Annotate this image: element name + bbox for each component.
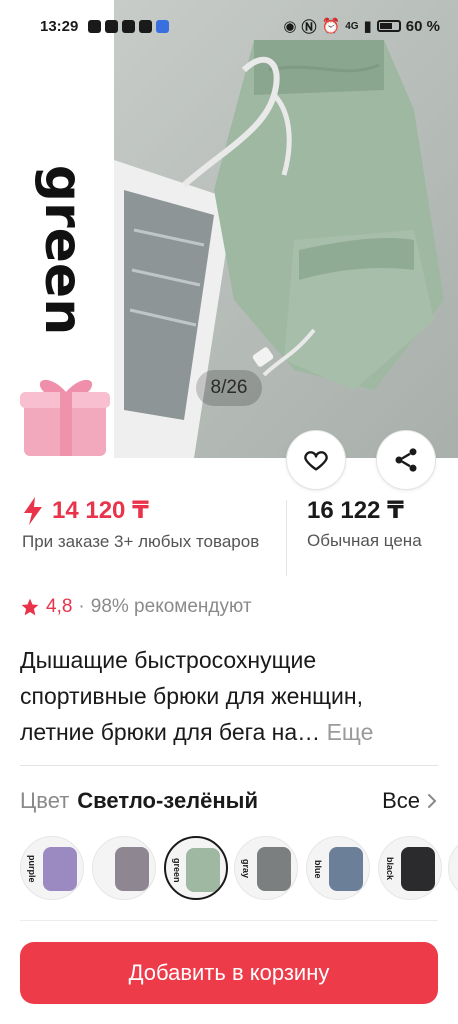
promo-price-note: При заказе 3+ любых товаров bbox=[22, 532, 260, 551]
recommend-percent: 98% рекомендуют bbox=[90, 596, 252, 617]
promo-price-block: 14 120 ₸ При заказе 3+ любых товаров bbox=[22, 496, 284, 553]
color-label: Цвет bbox=[20, 788, 70, 813]
rating-separator: · bbox=[78, 596, 85, 617]
add-to-cart-button[interactable]: Добавить в корзину bbox=[20, 942, 438, 1004]
favorite-button[interactable] bbox=[286, 430, 346, 490]
swatch-black[interactable]: black bbox=[378, 836, 442, 900]
rating-row[interactable]: 4,8 · 98% рекомендуют bbox=[20, 596, 252, 618]
swatch-tag: blue bbox=[313, 859, 323, 879]
swatch-tag: green bbox=[172, 857, 182, 883]
swatch-mauve[interactable] bbox=[92, 836, 156, 900]
more-link[interactable]: Еще bbox=[327, 719, 374, 745]
product-title[interactable]: Дышащие быстросохнущие спортивные брюки … bbox=[20, 642, 440, 750]
swatch-tag bbox=[97, 845, 111, 893]
regular-price-block: 16 122 ₸ Обычная цена bbox=[307, 496, 422, 551]
promo-price-value: 14 120 ₸ bbox=[52, 497, 149, 524]
color-swatch-list[interactable]: purple green gray blue black bbox=[0, 832, 458, 904]
battery-label: 60 % bbox=[405, 17, 440, 35]
price-divider bbox=[286, 500, 287, 576]
alarm-icon: ⏰ bbox=[321, 18, 341, 35]
signal-label: 4G bbox=[345, 20, 359, 32]
notification-icons bbox=[88, 19, 170, 33]
share-icon bbox=[395, 448, 417, 472]
status-right: ◉ Ⓝ ⏰ 4G ▮ 60 % bbox=[283, 16, 440, 37]
promo-price: 14 120 ₸ bbox=[22, 496, 284, 525]
swatch-tag: black bbox=[385, 857, 395, 881]
regular-price-value: 16 122 ₸ bbox=[307, 497, 404, 524]
swatch-green[interactable]: green bbox=[164, 836, 228, 900]
product-photo[interactable] bbox=[114, 0, 458, 458]
all-colors-label: Все bbox=[382, 788, 420, 813]
regular-price-note: Обычная цена bbox=[307, 531, 422, 550]
swatch-purple[interactable]: purple bbox=[20, 836, 84, 900]
swatch-gray[interactable]: gray bbox=[234, 836, 298, 900]
wordmark-text: green bbox=[33, 165, 93, 335]
selected-color: Светло-зелёный bbox=[77, 788, 258, 813]
signal-icon: ▮ bbox=[363, 18, 372, 35]
gallery-counter: 8/26 bbox=[196, 370, 262, 406]
gift-box-icon bbox=[20, 379, 110, 456]
product-gallery[interactable]: 13:29 ◉ Ⓝ ⏰ 4G ▮ 60 % green 8/26 bbox=[0, 0, 458, 458]
color-selector-header[interactable]: Цвет Светло-зелёный Все bbox=[20, 786, 438, 816]
eye-icon: ◉ bbox=[283, 18, 297, 35]
swatch-cloth bbox=[43, 847, 77, 891]
swatch-cloth bbox=[115, 847, 149, 891]
all-colors-link[interactable]: Все bbox=[382, 788, 438, 814]
price-section: 14 120 ₸ При заказе 3+ любых товаров 16 … bbox=[0, 496, 458, 580]
swatch-cloth bbox=[329, 847, 363, 891]
swatch-cloth bbox=[257, 847, 291, 891]
section-divider bbox=[20, 765, 438, 766]
swatch-cloth bbox=[401, 847, 435, 891]
heart-icon bbox=[304, 451, 328, 471]
swatch-cloth bbox=[186, 848, 220, 892]
share-button[interactable] bbox=[376, 430, 436, 490]
swatch-tag: gray bbox=[241, 859, 251, 879]
arrow-left-icon bbox=[26, 72, 48, 90]
status-time: 13:29 bbox=[40, 17, 79, 35]
swatch-more[interactable] bbox=[448, 836, 458, 900]
nfc-icon: Ⓝ bbox=[301, 18, 317, 36]
star-icon bbox=[21, 598, 39, 616]
back-button[interactable] bbox=[20, 64, 54, 98]
swatch-blue[interactable]: blue bbox=[306, 836, 370, 900]
lightning-icon bbox=[24, 496, 42, 525]
green-wordmark: green bbox=[33, 165, 93, 335]
chevron-right-icon bbox=[428, 794, 437, 808]
battery-icon bbox=[376, 20, 401, 32]
product-title-text: Дышащие быстросохнущие спортивные брюки … bbox=[20, 647, 363, 745]
bottom-divider bbox=[20, 920, 438, 921]
swatch-tag: purple bbox=[27, 855, 37, 883]
status-bar: 13:29 ◉ Ⓝ ⏰ 4G ▮ 60 % bbox=[0, 0, 458, 52]
rating-value: 4,8 bbox=[46, 596, 73, 617]
pants-illustration bbox=[114, 40, 444, 458]
